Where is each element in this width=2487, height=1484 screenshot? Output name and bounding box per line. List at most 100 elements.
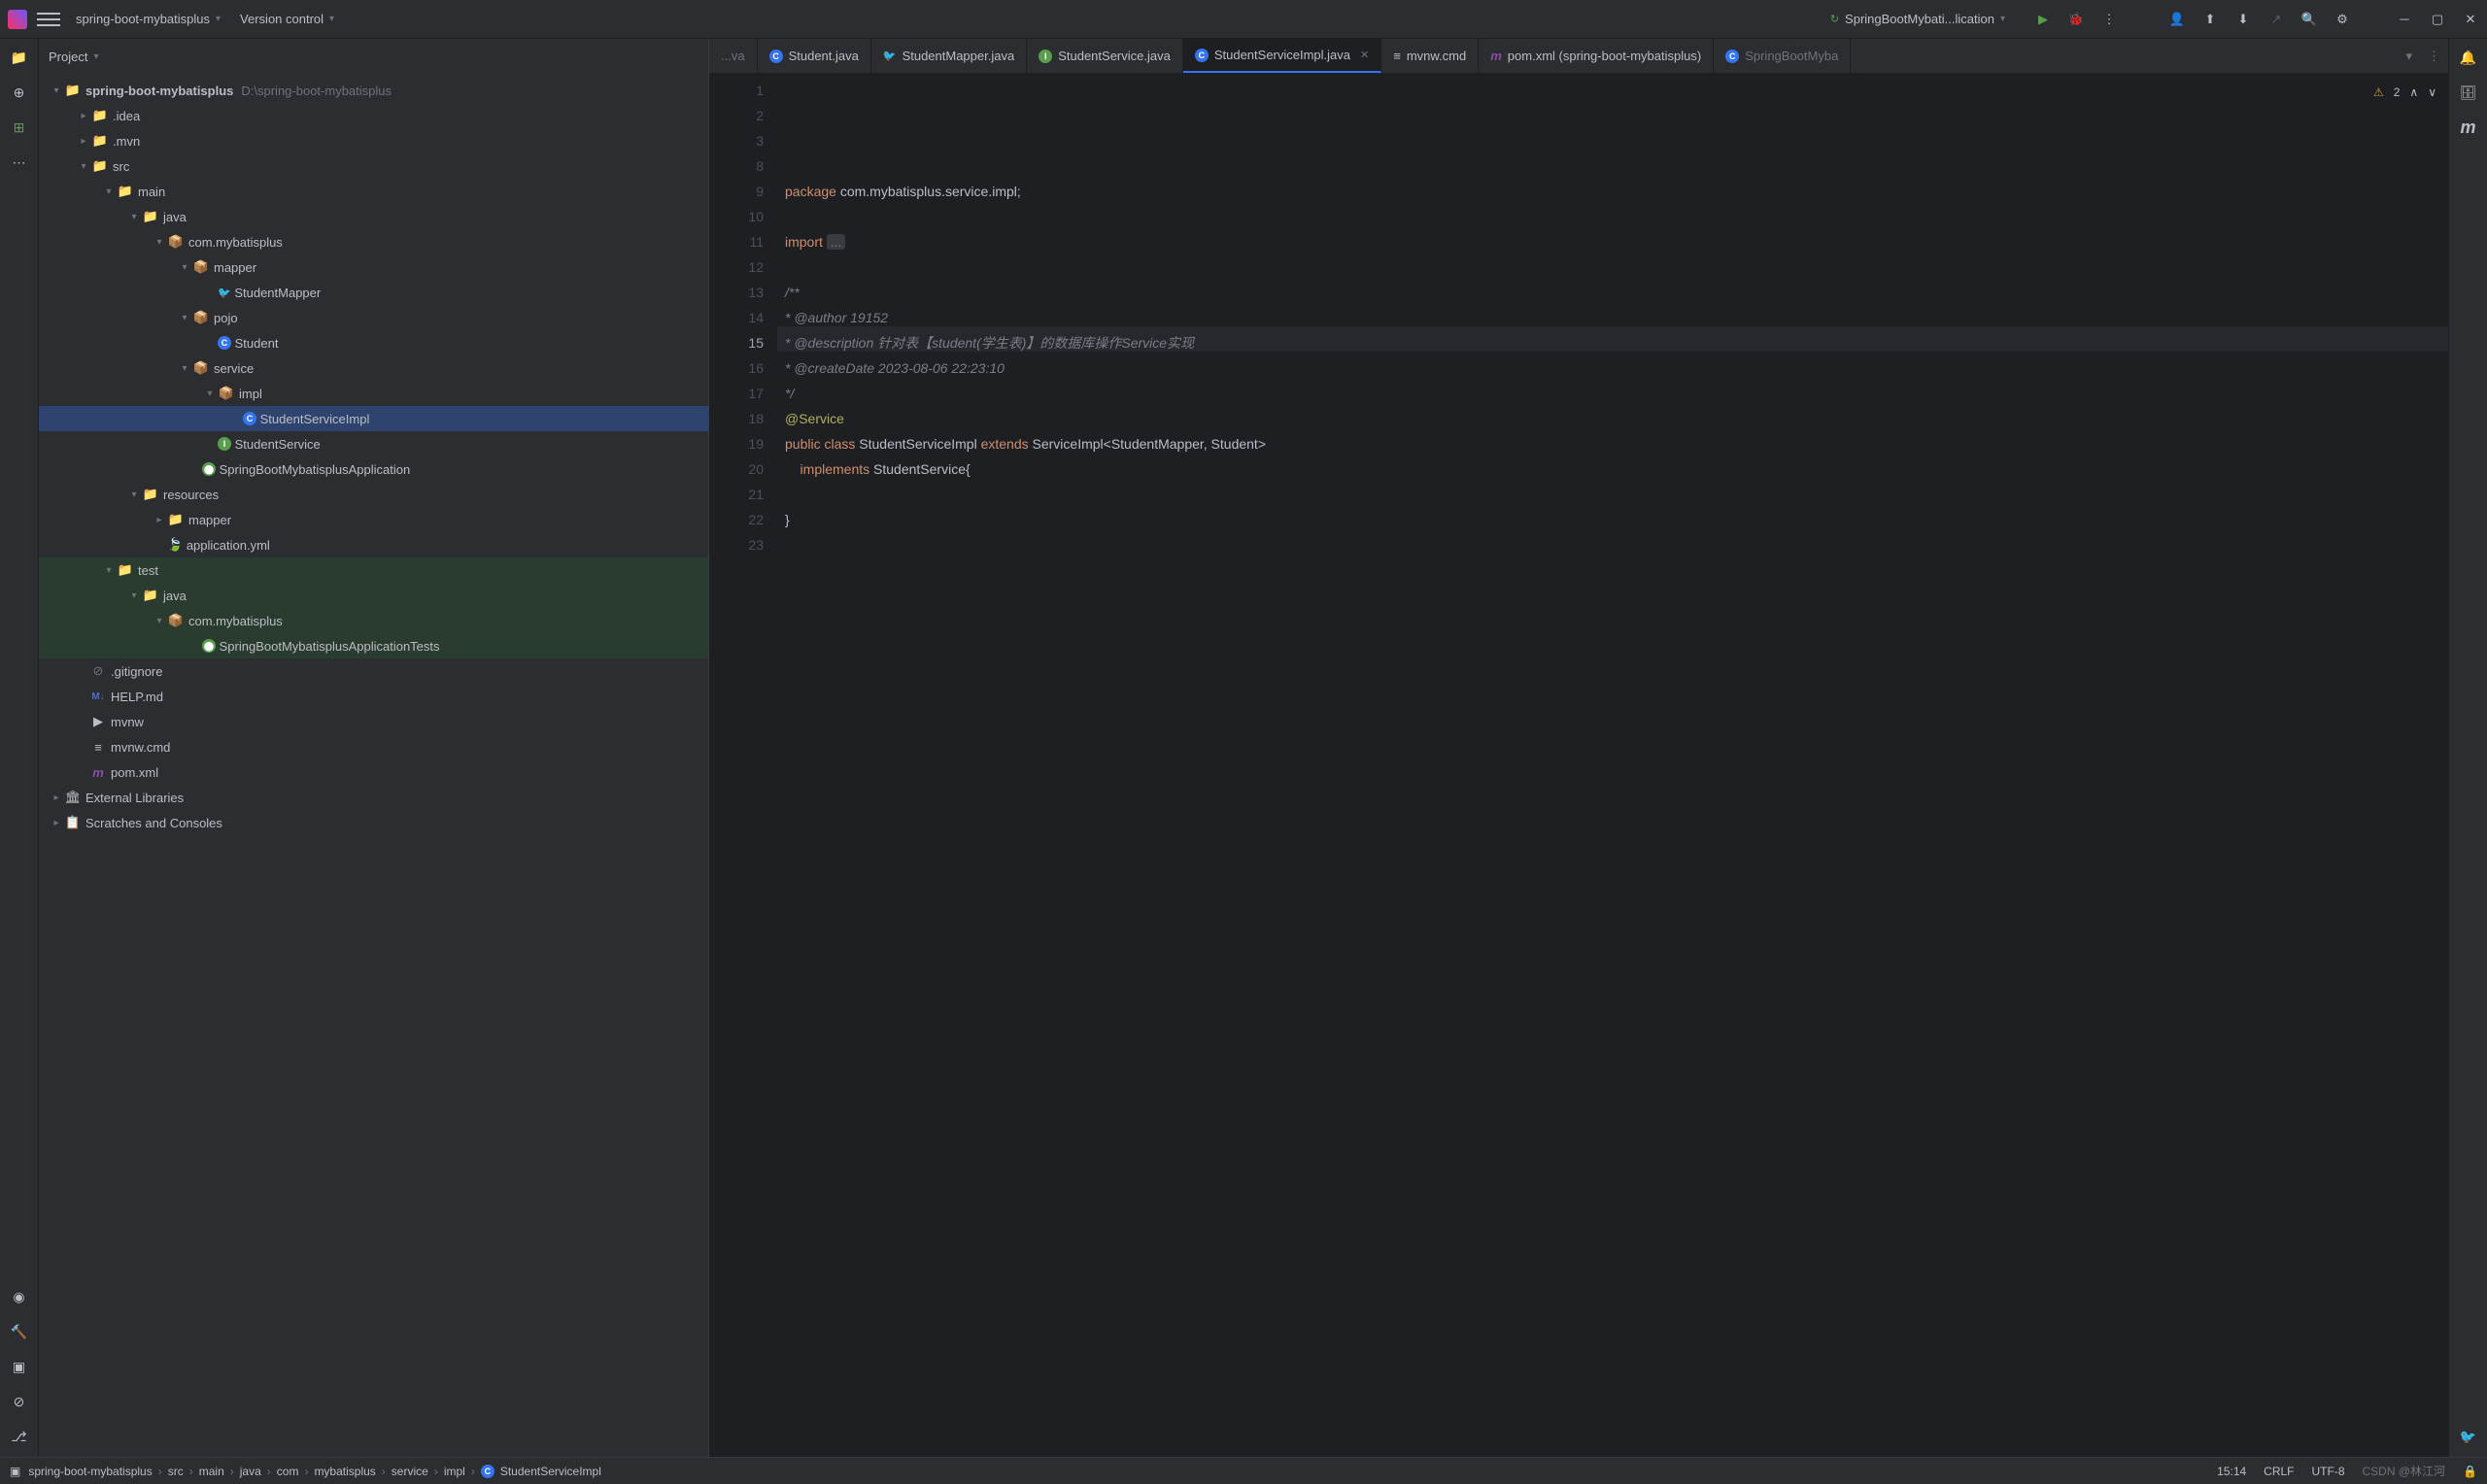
tree-external-lib[interactable]: ▸🏛External Libraries: [39, 785, 708, 810]
tab-springboot[interactable]: CSpringBootMyba: [1714, 39, 1851, 73]
settings-icon[interactable]: ⚙: [2334, 11, 2351, 28]
line-gutter: 123891011121314151617181920212223: [709, 74, 777, 1457]
close-button[interactable]: ✕: [2462, 11, 2479, 28]
tab-more[interactable]: ⋮: [2420, 49, 2448, 64]
editor-area: ...va CStudent.java 🐦StudentMapper.java …: [709, 39, 2448, 1457]
tab-partial[interactable]: ...va: [709, 39, 758, 73]
tree-file-help[interactable]: M↓HELP.md: [39, 684, 708, 709]
tree-file[interactable]: 🐦 StudentMapper: [39, 280, 708, 305]
tree-file-appyml[interactable]: 🍃 application.yml: [39, 532, 708, 557]
push-icon[interactable]: ↗: [2267, 11, 2285, 28]
notifications-icon[interactable]: 🔔: [2458, 47, 2479, 68]
watermark: CSDN @林江河: [2363, 1463, 2446, 1479]
tree-folder-test[interactable]: ▾📁test: [39, 557, 708, 583]
editor-tabs: ...va CStudent.java 🐦StudentMapper.java …: [709, 39, 2448, 74]
tree-package2[interactable]: ▾📦com.mybatisplus: [39, 608, 708, 633]
title-bar: spring-boot-mybatisplus ▾ Version contro…: [0, 0, 2487, 39]
tab-studentserviceimpl[interactable]: CStudentServiceImpl.java✕: [1183, 39, 1381, 73]
tab-dropdown[interactable]: ▾: [2398, 49, 2420, 64]
tree-file-gitignore[interactable]: ⊘.gitignore: [39, 658, 708, 684]
tree-folder-src[interactable]: ▾📁src: [39, 153, 708, 179]
project-dropdown[interactable]: spring-boot-mybatisplus: [76, 12, 210, 26]
inspection-widget[interactable]: ⚠2 ∧ ∨: [2373, 80, 2436, 105]
tree-class-student[interactable]: C Student: [39, 330, 708, 355]
prev-highlight-icon[interactable]: ∧: [2409, 80, 2418, 105]
tree-interface-ss[interactable]: I StudentService: [39, 431, 708, 456]
tree-package-impl[interactable]: ▾📦impl: [39, 381, 708, 406]
spring-leaf-icon: 🍃: [167, 537, 183, 553]
class-icon: C: [218, 336, 231, 350]
terminal-tool-icon[interactable]: ▣: [9, 1356, 30, 1377]
class-icon: C: [1195, 49, 1209, 62]
status-bar: ▣ spring-boot-mybatisplus› src› main› ja…: [0, 1457, 2487, 1484]
file-encoding[interactable]: UTF-8: [2312, 1465, 2345, 1478]
commit-tool-icon[interactable]: ⊕: [9, 82, 30, 103]
tab-pom[interactable]: mpom.xml (spring-boot-mybatisplus): [1479, 39, 1714, 73]
mybatis-tool-icon[interactable]: 🐦: [2458, 1426, 2479, 1447]
breadcrumb[interactable]: spring-boot-mybatisplus› src› main› java…: [28, 1465, 601, 1478]
tree-file-pom[interactable]: mpom.xml: [39, 759, 708, 785]
tree-folder-idea[interactable]: ▸📁.idea: [39, 103, 708, 128]
run-tool-icon[interactable]: ◉: [9, 1286, 30, 1307]
nav-icon[interactable]: ▣: [10, 1465, 20, 1478]
tree-folder-java2[interactable]: ▾📁java: [39, 583, 708, 608]
close-icon[interactable]: ✕: [1360, 49, 1369, 61]
more-actions-button[interactable]: ⋮: [2100, 11, 2118, 28]
tree-class-apptest[interactable]: ⬤ SpringBootMybatisplusApplicationTests: [39, 633, 708, 658]
vcs-tool-icon[interactable]: ⎇: [9, 1426, 30, 1447]
structure-tool-icon[interactable]: ⊞: [9, 117, 30, 138]
ignore-icon: ⊘: [89, 663, 107, 679]
version-control-dropdown[interactable]: Version control: [240, 12, 324, 26]
code-with-me-icon[interactable]: 👤: [2168, 11, 2186, 28]
tab-student[interactable]: CStudent.java: [758, 39, 871, 73]
tree-file-mvnw[interactable]: ▶mvnw: [39, 709, 708, 734]
chevron-down-icon: ▾: [216, 14, 221, 24]
next-highlight-icon[interactable]: ∨: [2428, 80, 2436, 105]
sidebar-header[interactable]: Project ▾: [39, 39, 708, 74]
tree-class-app[interactable]: ⬤ SpringBootMybatisplusApplication: [39, 456, 708, 482]
project-tool-icon[interactable]: 📁: [9, 47, 30, 68]
interface-icon: I: [1039, 50, 1052, 63]
search-icon[interactable]: 🔍: [2300, 11, 2318, 28]
database-tool-icon[interactable]: 🗄: [2458, 82, 2479, 103]
line-separator[interactable]: CRLF: [2264, 1465, 2294, 1478]
main-menu-button[interactable]: [37, 8, 60, 31]
tab-studentmapper[interactable]: 🐦StudentMapper.java: [871, 39, 1027, 73]
tree-package-pojo[interactable]: ▾📦pojo: [39, 305, 708, 330]
commit-icon[interactable]: ⬇: [2234, 11, 2252, 28]
tab-studentservice[interactable]: IStudentService.java: [1027, 39, 1183, 73]
debug-button[interactable]: 🐞: [2067, 11, 2085, 28]
tree-class-ssi[interactable]: C StudentServiceImpl: [39, 406, 708, 431]
update-icon[interactable]: ⬆: [2201, 11, 2219, 28]
tree-folder-mvn[interactable]: ▸📁.mvn: [39, 128, 708, 153]
tree-file-mvnwcmd[interactable]: ≡mvnw.cmd: [39, 734, 708, 759]
tree-folder-main[interactable]: ▾📁main: [39, 179, 708, 204]
tree-package-service[interactable]: ▾📦service: [39, 355, 708, 381]
more-tools-icon[interactable]: ⋯: [9, 152, 30, 173]
maven-tool-icon[interactable]: m: [2458, 117, 2479, 138]
tree-scratches[interactable]: ▸📋Scratches and Consoles: [39, 810, 708, 835]
run-configuration-selector[interactable]: ↻ SpringBootMybati...lication ▾: [1830, 12, 2025, 26]
script-icon: ▶: [89, 714, 107, 729]
readonly-toggle[interactable]: 🔒: [2463, 1465, 2477, 1478]
class-icon: C: [481, 1465, 494, 1478]
class-icon: C: [769, 50, 783, 63]
problems-tool-icon[interactable]: ⊘: [9, 1391, 30, 1412]
tree-folder-mapper[interactable]: ▸📁mapper: [39, 507, 708, 532]
tree-folder-resources[interactable]: ▾📁resources: [39, 482, 708, 507]
left-tool-rail: 📁 ⊕ ⊞ ⋯ ◉ 🔨 ▣ ⊘ ⎇: [0, 39, 39, 1457]
tree-folder-java[interactable]: ▾📁java: [39, 204, 708, 229]
maximize-button[interactable]: ▢: [2429, 11, 2446, 28]
minimize-button[interactable]: ─: [2396, 11, 2413, 28]
tree-package-mapper[interactable]: ▾📦mapper: [39, 254, 708, 280]
run-button[interactable]: ▶: [2034, 11, 2052, 28]
code-editor[interactable]: package com.mybatisplus.service.impl; im…: [777, 74, 2448, 1457]
build-tool-icon[interactable]: 🔨: [9, 1321, 30, 1342]
tree-root[interactable]: ▾📁spring-boot-mybatisplusD:\spring-boot-…: [39, 78, 708, 103]
intellij-logo: [8, 10, 27, 29]
tab-mvnwcmd[interactable]: ≡mvnw.cmd: [1381, 39, 1479, 73]
text-icon: ≡: [89, 740, 107, 755]
tree-package[interactable]: ▾📦com.mybatisplus: [39, 229, 708, 254]
caret-position[interactable]: 15:14: [2217, 1465, 2246, 1478]
editor-body[interactable]: 123891011121314151617181920212223 packag…: [709, 74, 2448, 1457]
